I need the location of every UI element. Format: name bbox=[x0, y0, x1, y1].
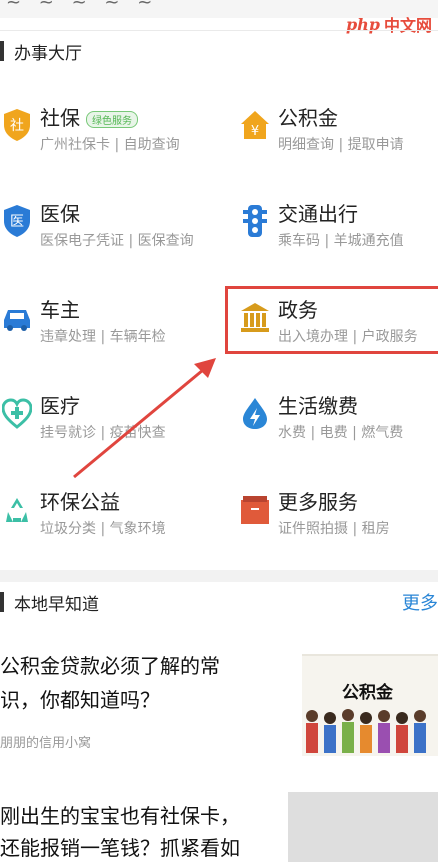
service-name: 医保 bbox=[40, 202, 80, 226]
service-name: 公积金 bbox=[278, 106, 338, 130]
service-huanbao[interactable]: 环保公益 垃圾分类 | 气象环境 bbox=[2, 480, 221, 576]
shield-icon: 社 bbox=[4, 109, 30, 141]
section-title: 本地早知道 bbox=[14, 594, 99, 615]
article-source: 朋朋的信用小窝 bbox=[0, 736, 92, 751]
recycle-icon bbox=[6, 498, 28, 522]
section-header-local-news: 本地早知道 更多 bbox=[0, 589, 438, 615]
service-name: 车主 bbox=[40, 298, 80, 322]
watermark-cn: 中文网 bbox=[383, 16, 432, 35]
thumbnail-label: 公积金 bbox=[342, 683, 393, 703]
service-name: 更多服务 bbox=[278, 490, 358, 514]
service-sub: 广州社保卡 | 自助查询 bbox=[40, 137, 180, 153]
service-name: 交通出行 bbox=[278, 202, 358, 226]
highlight-box bbox=[225, 286, 438, 354]
service-sub: 挂号就诊 | 疫苗快查 bbox=[40, 425, 166, 441]
green-service-badge: 绿色服务 bbox=[86, 111, 138, 128]
medical-heart-icon bbox=[2, 398, 32, 429]
more-box-icon bbox=[241, 496, 269, 524]
service-jiaotong[interactable]: 交通出行 乘车码 | 羊城通充值 bbox=[240, 192, 438, 288]
service-shebao[interactable]: 社 社保 绿色服务 广州社保卡 | 自助查询 bbox=[2, 96, 221, 192]
service-name: 环保公益 bbox=[40, 490, 120, 514]
service-sub: 违章处理 | 车辆年检 bbox=[40, 329, 166, 345]
service-sub: 证件照拍摄 | 租房 bbox=[278, 521, 390, 537]
service-name: 医疗 bbox=[40, 394, 80, 418]
service-more[interactable]: 更多服务 证件照拍摄 | 租房 bbox=[240, 480, 438, 576]
article-title-line: 刚出生的宝宝也有社保卡， bbox=[0, 804, 240, 828]
house-yen-icon: ¥ bbox=[241, 111, 269, 139]
service-sub: 水费 | 电费 | 燃气费 bbox=[278, 425, 404, 441]
shield-medical-icon: 医 bbox=[4, 205, 30, 237]
article-thumbnail[interactable] bbox=[288, 792, 438, 862]
service-shenghuo[interactable]: 生活缴费 水费 | 电费 | 燃气费 bbox=[240, 384, 438, 480]
article-title-line: 识，你都知道吗？ bbox=[0, 688, 160, 712]
service-yiliao[interactable]: 医疗 挂号就诊 | 疫苗快查 bbox=[2, 384, 221, 480]
lightning-drop-icon bbox=[243, 398, 267, 429]
svg-text:医: 医 bbox=[10, 214, 24, 230]
service-sub: 医保电子凭证 | 医保查询 bbox=[40, 233, 194, 249]
section-title: 办事大厅 bbox=[14, 43, 82, 64]
article-thumbnail[interactable]: 公积金 bbox=[302, 654, 438, 756]
service-gongjijin[interactable]: ¥ 公积金 明细查询 | 提取申请 bbox=[240, 96, 438, 192]
people-illustration bbox=[306, 709, 426, 753]
traffic-light-icon bbox=[243, 205, 267, 237]
svg-text:社: 社 bbox=[10, 118, 24, 134]
article-title-line: 还能报销一笔钱？抓紧看如 bbox=[0, 836, 240, 860]
watermark: php 中文网 bbox=[346, 12, 432, 36]
service-sub: 乘车码 | 羊城通充值 bbox=[278, 233, 404, 249]
article-title-line: 公积金贷款必须了解的常 bbox=[0, 654, 220, 678]
service-yibao[interactable]: 医 医保 医保电子凭证 | 医保查询 bbox=[2, 192, 221, 288]
more-link[interactable]: 更多 bbox=[402, 589, 438, 615]
header-stripe bbox=[0, 592, 4, 612]
svg-text:¥: ¥ bbox=[251, 124, 259, 139]
service-name: 生活缴费 bbox=[278, 394, 358, 418]
service-sub: 明细查询 | 提取申请 bbox=[278, 137, 404, 153]
section-header-service-hall: 办事大厅 bbox=[0, 40, 438, 64]
clipped-header-text: ~ ~ ~ ~ ~ bbox=[6, 0, 159, 13]
service-sub: 垃圾分类 | 气象环境 bbox=[40, 521, 166, 537]
divider bbox=[0, 30, 438, 31]
car-icon bbox=[4, 310, 30, 331]
service-name: 社保 bbox=[40, 106, 80, 130]
header-stripe bbox=[0, 41, 4, 61]
service-chezhu[interactable]: 车主 违章处理 | 车辆年检 bbox=[2, 288, 221, 384]
section-gap bbox=[0, 570, 438, 582]
